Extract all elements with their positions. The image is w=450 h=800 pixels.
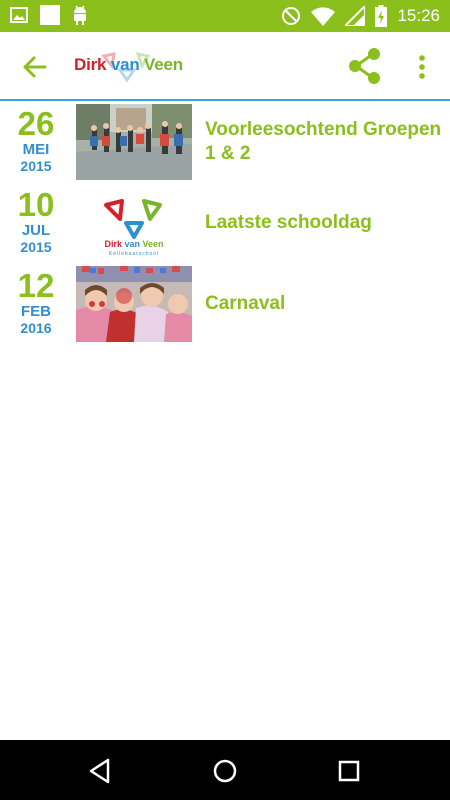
share-icon xyxy=(349,48,380,84)
logo-word-van: van xyxy=(110,55,140,74)
photo-carnaval-children-image xyxy=(76,266,192,342)
thumb-logo-word-veen: Veen xyxy=(143,239,164,249)
date-year: 2016 xyxy=(20,320,52,336)
more-vert-icon xyxy=(419,55,425,79)
nav-recents-button[interactable] xyxy=(334,756,364,786)
date-month: FEB xyxy=(21,303,51,320)
thumb-logo-subtitle: Kellebaatschool xyxy=(109,251,159,257)
item-date: 26 MEI 2015 xyxy=(8,105,64,175)
system-navigation-bar xyxy=(0,740,450,800)
signal-icon xyxy=(345,6,366,26)
date-year: 2015 xyxy=(20,239,52,255)
nav-home-button[interactable] xyxy=(210,756,240,786)
item-title: Carnaval xyxy=(205,292,286,314)
photo-children-outside-image xyxy=(76,104,192,180)
item-thumbnail-photo xyxy=(76,266,192,342)
list-item[interactable]: 12 FEB 2016 Carnaval xyxy=(0,263,450,344)
logo-word-veen: Veen xyxy=(144,55,183,74)
thumb-logo-word-van: van xyxy=(124,239,140,249)
date-month: MEI xyxy=(22,141,50,158)
school-logo-image: Dirk van Veen Kellebaatschool xyxy=(104,199,164,257)
android-notification-icon xyxy=(74,5,86,25)
svg-text:Dirk van Veen: Dirk van Veen xyxy=(104,239,163,249)
app-toolbar: Dirk van Veen xyxy=(0,32,450,101)
date-year: 2015 xyxy=(20,158,52,174)
nav-back-button[interactable] xyxy=(86,756,116,786)
do-not-disturb-icon xyxy=(282,7,301,25)
item-title: Voorleesochtend Groepen 1 & 2 xyxy=(205,118,442,164)
item-date: 10 JUL 2015 xyxy=(8,186,64,256)
app-logo: Dirk van Veen xyxy=(74,48,184,84)
recents-square-icon xyxy=(338,760,360,782)
item-thumbnail-logo: Dirk van Veen Kellebaatschool xyxy=(76,185,192,261)
list-item[interactable]: 10 JUL 2015 Dirk van Veen Kellebaatschoo… xyxy=(0,182,450,263)
back-button[interactable] xyxy=(18,50,52,84)
item-thumbnail-photo xyxy=(76,104,192,180)
status-notifications xyxy=(10,5,88,25)
item-date: 12 FEB 2016 xyxy=(8,267,64,337)
more-options-button[interactable] xyxy=(410,50,434,84)
date-day: 10 xyxy=(17,186,55,223)
status-time: 15:26 xyxy=(397,6,440,25)
share-button[interactable] xyxy=(346,48,384,84)
date-day: 12 xyxy=(17,267,55,304)
battery-charging-icon xyxy=(375,5,388,27)
item-title: Laatste schooldag xyxy=(205,211,372,233)
thumb-logo-word-dirk: Dirk xyxy=(104,239,123,249)
date-day: 26 xyxy=(17,105,55,142)
list-item[interactable]: 26 MEI 2015 Voorleesochtend Groepen 1 & … xyxy=(0,101,450,182)
logo-text: Dirk van Veen xyxy=(74,55,183,75)
date-month: JUL xyxy=(21,222,51,239)
status-system: 15:26 xyxy=(281,4,440,28)
agenda-list: 26 MEI 2015 Voorleesochtend Groepen 1 & … xyxy=(0,101,450,344)
image-notification-icon xyxy=(10,7,28,23)
logo-word-dirk: Dirk xyxy=(74,55,107,74)
status-bar: 15:26 xyxy=(0,0,450,32)
back-arrow-icon xyxy=(23,56,47,78)
wifi-icon xyxy=(311,7,336,26)
back-triangle-icon xyxy=(89,758,110,784)
square-notification-icon xyxy=(40,5,60,25)
home-circle-icon xyxy=(213,759,237,783)
